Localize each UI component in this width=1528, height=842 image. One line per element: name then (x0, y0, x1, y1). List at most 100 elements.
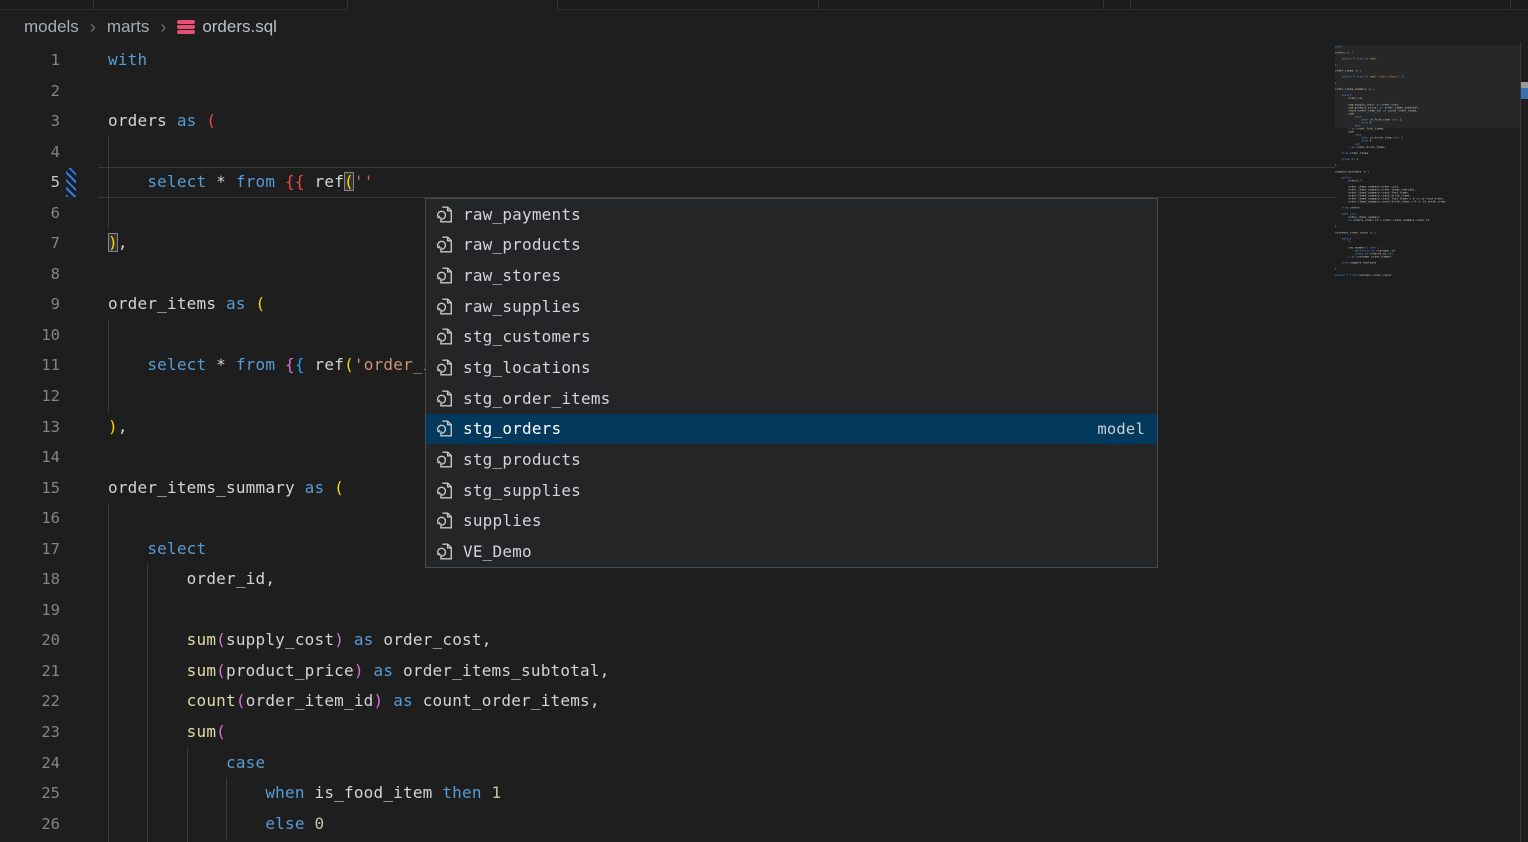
line-number[interactable]: 16 (0, 503, 60, 534)
suggestion-item-raw_payments[interactable]: raw_payments (426, 199, 1157, 230)
line-number[interactable]: 7 (0, 228, 60, 259)
suggestion-item-VE_Demo[interactable]: VE_Demo (426, 536, 1157, 567)
line-number[interactable]: 23 (0, 717, 60, 748)
code-token: as (226, 294, 246, 313)
suggestion-label: stg_products (463, 450, 581, 469)
line-number[interactable]: 24 (0, 748, 60, 779)
code-token: ) (374, 691, 384, 710)
suggestion-item-raw_supplies[interactable]: raw_supplies (426, 291, 1157, 322)
code-text: with (108, 45, 147, 76)
suggestion-label: raw_payments (463, 205, 581, 224)
overview-tick-modified (1521, 88, 1528, 99)
code-token (344, 630, 354, 649)
code-token: ( (344, 355, 354, 374)
suggestion-item-stg_supplies[interactable]: stg_supplies (426, 475, 1157, 506)
code-text: ), (108, 412, 128, 443)
code-line[interactable]: 4 (0, 137, 1335, 168)
line-number[interactable]: 5 (0, 167, 60, 198)
suggestion-item-stg_order_items[interactable]: stg_order_items (426, 383, 1157, 414)
code-text: select * from {{ ref('' (108, 167, 374, 198)
suggestion-item-stg_products[interactable]: stg_products (426, 444, 1157, 475)
suggestion-item-stg_orders[interactable]: stg_ordersmodel (426, 414, 1157, 445)
line-number[interactable]: 1 (0, 45, 60, 76)
suggestion-item-stg_customers[interactable]: stg_customers (426, 322, 1157, 353)
code-token: ) (108, 233, 118, 252)
reference-icon (435, 266, 454, 285)
code-line[interactable]: 3orders as ( (0, 106, 1335, 137)
code-token: supply_cost (226, 630, 334, 649)
code-line[interactable]: 2 (0, 76, 1335, 107)
minimap[interactable]: withorders as ( select * from {{ ref('')… (1335, 45, 1521, 842)
suggestion-label: raw_products (463, 235, 581, 254)
suggestion-item-supplies[interactable]: supplies (426, 506, 1157, 537)
breadcrumb-item-file[interactable]: orders.sql (177, 17, 277, 37)
line-number[interactable]: 6 (0, 198, 60, 229)
code-line[interactable]: 5 select * from {{ ref('' (0, 167, 1335, 198)
code-token: orders (108, 111, 177, 130)
code-token: when (265, 783, 304, 802)
line-number[interactable]: 9 (0, 289, 60, 320)
line-number[interactable]: 8 (0, 259, 60, 290)
code-token: select (147, 539, 206, 558)
code-token: '' (354, 172, 374, 191)
code-token: , (118, 417, 128, 436)
gutter-modified-indicator[interactable] (66, 168, 76, 197)
code-token: select (147, 172, 206, 191)
line-number[interactable]: 18 (0, 564, 60, 595)
line-number[interactable]: 11 (0, 350, 60, 381)
line-number[interactable]: 12 (0, 381, 60, 412)
code-line[interactable]: 22 count(order_item_id) as count_order_i… (0, 686, 1335, 717)
suggestion-item-stg_locations[interactable]: stg_locations (426, 352, 1157, 383)
code-token: ) (354, 661, 364, 680)
code-token: ( (256, 294, 266, 313)
line-number[interactable]: 19 (0, 595, 60, 626)
code-line[interactable]: 20 sum(supply_cost) as order_cost, (0, 625, 1335, 656)
line-number[interactable]: 17 (0, 534, 60, 565)
reference-icon (435, 389, 454, 408)
breadcrumb-item-models[interactable]: models (24, 17, 79, 37)
code-line[interactable]: 24 case (0, 748, 1335, 779)
line-number[interactable]: 21 (0, 656, 60, 687)
code-line[interactable]: 1 with (0, 45, 1335, 76)
code-line[interactable]: 25 when is_food_item then 1 (0, 778, 1335, 809)
line-number[interactable]: 20 (0, 625, 60, 656)
code-token: from (236, 172, 275, 191)
code-text: ), (108, 228, 128, 259)
code-token (246, 294, 256, 313)
code-token: ( (236, 691, 246, 710)
line-number[interactable]: 22 (0, 686, 60, 717)
code-line[interactable]: 23 sum( (0, 717, 1335, 748)
tab-active[interactable] (347, 0, 557, 10)
code-token: select (147, 355, 206, 374)
code-token: is_food_item (305, 783, 443, 802)
line-number[interactable]: 3 (0, 106, 60, 137)
line-number[interactable]: 25 (0, 778, 60, 809)
code-token: ( (216, 722, 226, 741)
line-number[interactable]: 10 (0, 320, 60, 351)
code-token (108, 630, 187, 649)
line-number[interactable]: 26 (0, 809, 60, 840)
reference-icon (435, 481, 454, 500)
code-text: case (108, 748, 265, 779)
line-number[interactable]: 2 (0, 76, 60, 107)
reference-icon (435, 358, 454, 377)
breadcrumb-item-marts[interactable]: marts (107, 17, 150, 37)
overview-ruler[interactable] (1520, 42, 1528, 842)
line-number[interactable]: 13 (0, 412, 60, 443)
code-line[interactable]: 26 else 0 (0, 809, 1335, 840)
code-token: { (285, 355, 295, 374)
code-token: order_items (108, 294, 226, 313)
code-token: as (177, 111, 197, 130)
line-number[interactable]: 14 (0, 442, 60, 473)
suggestion-item-raw_stores[interactable]: raw_stores (426, 260, 1157, 291)
suggestion-detail: model (1097, 420, 1145, 438)
code-line[interactable]: 18 order_id, (0, 564, 1335, 595)
line-number[interactable]: 15 (0, 473, 60, 504)
code-token: ( (216, 661, 226, 680)
chevron-right-icon: › (90, 18, 96, 36)
code-token (383, 691, 393, 710)
code-line[interactable]: 19 (0, 595, 1335, 626)
line-number[interactable]: 4 (0, 137, 60, 168)
suggestion-item-raw_products[interactable]: raw_products (426, 230, 1157, 261)
code-line[interactable]: 21 sum(product_price) as order_items_sub… (0, 656, 1335, 687)
